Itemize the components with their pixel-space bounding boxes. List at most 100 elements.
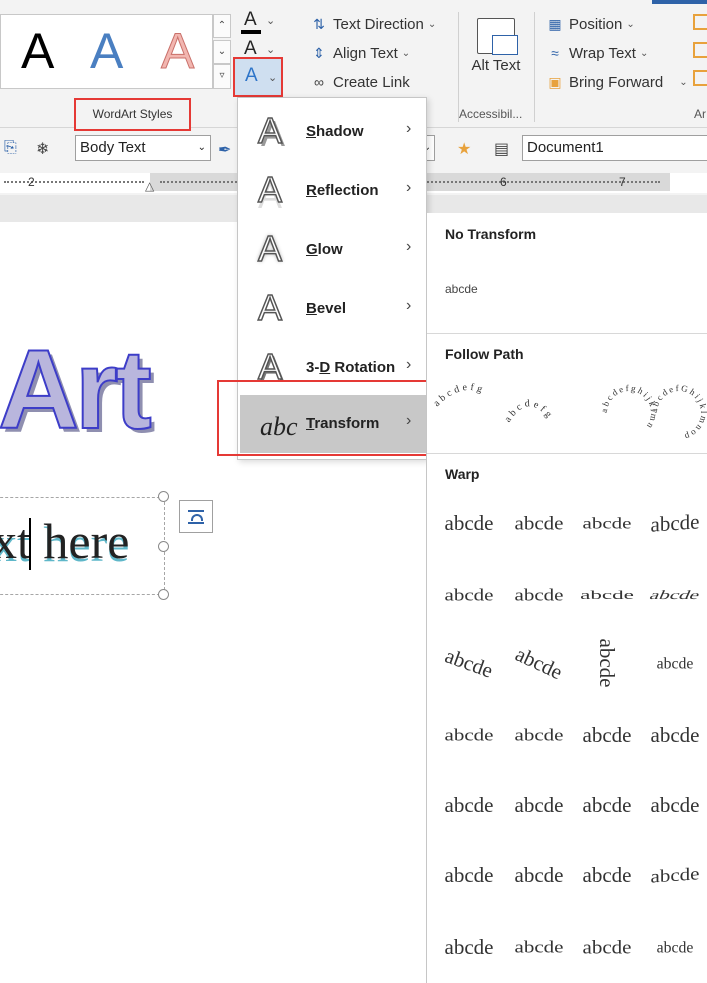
warp-option[interactable]: abcde — [570, 583, 645, 607]
warp-option[interactable]: abcde — [435, 855, 503, 895]
ribbon-separator — [534, 12, 535, 122]
warp-option[interactable]: abcde — [641, 785, 707, 825]
warp-option[interactable]: abcde — [505, 719, 573, 751]
paste-icon[interactable]: ⎘ — [4, 139, 17, 157]
warp-option[interactable]: abcde — [573, 855, 641, 895]
format-painter-icon[interactable]: ✒ — [218, 140, 231, 160]
create-link-button[interactable]: ∞ Create Link — [310, 70, 410, 94]
wordart-style-pink[interactable]: A — [160, 25, 194, 78]
warp-option[interactable]: abcde — [636, 583, 707, 607]
warp-option[interactable]: abcde — [573, 508, 641, 538]
wordart-style-blue[interactable]: A — [90, 25, 123, 77]
warp-option[interactable]: abcde — [505, 931, 573, 963]
wordart-style-black[interactable]: A — [21, 25, 54, 77]
warp-option[interactable]: abcde — [435, 503, 503, 543]
ribbon-accent-bar — [652, 0, 707, 4]
document-name-field[interactable]: Document1 — [522, 135, 707, 161]
menu-item-label: Reflection — [306, 182, 379, 199]
menu-item-shadow[interactable]: A Shadow › — [240, 103, 426, 160]
follow-path-wave[interactable]: abcdefg — [502, 398, 555, 424]
alt-text-button[interactable]: Alt Text — [470, 14, 522, 104]
menu-item-label: Shadow — [306, 123, 364, 140]
position-label: Position — [569, 15, 623, 33]
chevron-right-icon: › — [406, 120, 412, 137]
paragraph-style-select[interactable]: Body Text ⌄ — [75, 135, 211, 161]
chevron-down-icon: ⌄ — [679, 76, 688, 88]
gallery-more-button[interactable]: ▿ — [213, 64, 231, 89]
warp-option[interactable]: abcde — [650, 932, 701, 962]
warp-option[interactable]: abcde — [435, 719, 503, 751]
chevron-right-icon: › — [406, 356, 412, 373]
text-caret — [29, 518, 31, 570]
text-fill-button[interactable]: A ⌄ — [236, 8, 280, 34]
wordart-text[interactable]: xt here — [0, 510, 129, 572]
warp-option[interactable]: abcde — [435, 927, 503, 967]
menu-item-label: 3-D Rotation — [306, 359, 396, 376]
chevron-right-icon: › — [406, 297, 412, 314]
align-text-label: Align Text — [333, 44, 398, 62]
no-transform-option[interactable]: abcde — [445, 282, 478, 296]
follow-path-button[interactable]: abcdefGhijklmnop — [649, 383, 707, 443]
indent-marker-icon[interactable]: △ — [145, 179, 154, 193]
svg-text:abcdefg: abcdefg — [502, 398, 555, 424]
warp-option[interactable]: abcde — [641, 715, 707, 755]
chevron-down-icon[interactable]: ⌄ — [268, 71, 277, 84]
bring-forward-label: Bring Forward — [569, 73, 664, 91]
chevron-down-icon: ⌄ — [197, 142, 206, 153]
menu-item-bevel[interactable]: A Bevel › — [240, 280, 426, 337]
resize-handle-bottom-right[interactable] — [158, 589, 169, 600]
position-button[interactable]: ▦ Position ⌄ — [546, 12, 634, 36]
warp-option[interactable]: abcde — [430, 633, 508, 694]
layout-options-button[interactable] — [179, 500, 213, 533]
wordart-heading[interactable]: Art — [0, 329, 153, 451]
snowflake-icon[interactable]: ❄ — [36, 139, 49, 159]
menu-item-label: Glow — [306, 241, 343, 258]
chevron-down-icon[interactable]: ⌄ — [266, 14, 275, 27]
text-effects-button[interactable]: A ⌄ — [233, 57, 283, 97]
warp-option[interactable]: abcde — [641, 856, 707, 895]
text-direction-button[interactable]: ⇅ Text Direction ⌄ — [310, 12, 436, 36]
warp-option[interactable]: abcde — [435, 579, 503, 611]
warp-option[interactable]: abcde — [505, 855, 573, 895]
warp-option[interactable]: abcde — [500, 631, 579, 696]
no-transform-header: No Transform — [445, 226, 537, 242]
wordart-styles-group-label: WordArt Styles — [74, 98, 191, 131]
gallery-scroll-down-button[interactable]: ⌄ — [213, 40, 231, 64]
chevron-down-icon[interactable]: ⌄ — [266, 43, 275, 56]
warp-option[interactable]: abcde — [587, 629, 627, 697]
document-list-icon[interactable]: ▤ — [494, 139, 509, 159]
follow-path-arch[interactable]: abcdefg — [431, 382, 486, 409]
warp-option[interactable]: abcde — [505, 505, 573, 541]
arrange-icons[interactable] — [693, 14, 707, 94]
warp-option[interactable]: abcde — [505, 785, 573, 825]
warp-option[interactable]: abcde — [573, 785, 641, 825]
chevron-down-icon: ⌄ — [427, 18, 437, 30]
warp-option[interactable]: abcde — [650, 648, 701, 678]
gallery-scroll-up-button[interactable]: ⌃ — [213, 14, 231, 38]
align-text-button[interactable]: ⇕ Align Text ⌄ — [310, 41, 410, 65]
warp-option[interactable]: abcde — [573, 715, 641, 755]
resize-handle-top-right[interactable] — [158, 491, 169, 502]
wrap-text-button[interactable]: ≈ Wrap Text ⌄ — [546, 41, 648, 65]
arrange-group-label: Ar — [694, 107, 706, 121]
resize-handle-right[interactable] — [158, 541, 169, 552]
accessibility-group-label: Accessibil... — [459, 107, 523, 121]
bring-forward-button[interactable]: ▣ Bring Forward ⌄ — [546, 70, 688, 94]
shadow-icon: A — [257, 110, 283, 152]
ruler-ticks — [4, 181, 144, 183]
ruler-mark: 2 — [28, 175, 35, 189]
section-divider — [427, 453, 707, 454]
star-folder-icon[interactable]: ★ — [457, 139, 471, 159]
create-link-label: Create Link — [333, 73, 410, 91]
position-icon: ▦ — [548, 15, 562, 32]
ruler-mark: 7 — [619, 175, 626, 189]
wordart-styles-gallery[interactable]: A A A — [0, 14, 213, 89]
warp-option[interactable]: abcde — [641, 501, 707, 546]
warp-option[interactable]: abcde — [435, 785, 503, 825]
warp-option[interactable]: abcde — [505, 579, 573, 611]
menu-item-glow[interactable]: A Glow › — [240, 221, 426, 278]
transform-highlight-box — [217, 380, 429, 456]
warp-option[interactable]: abcde — [573, 929, 641, 965]
path-text: abcdefg — [431, 382, 483, 409]
menu-item-reflection[interactable]: A Reflection › — [240, 162, 426, 219]
